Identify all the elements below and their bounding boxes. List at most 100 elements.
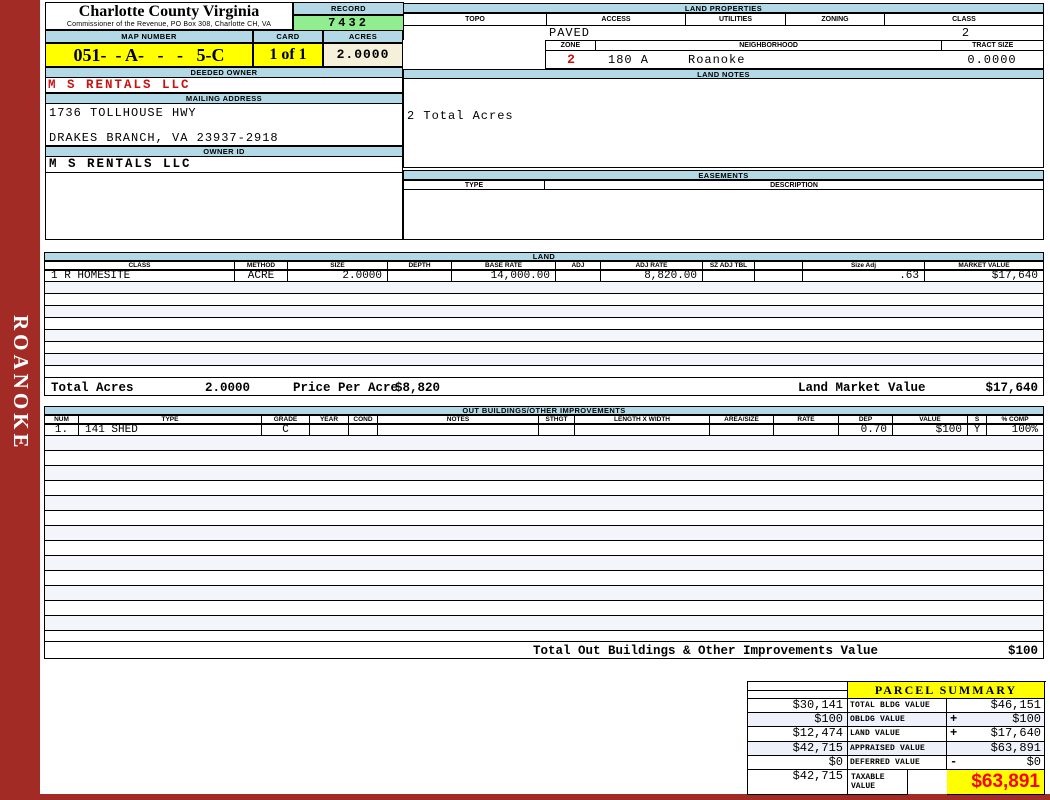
access-value: PAVED [549, 26, 591, 40]
county-header: Charlotte County Virginia Commissioner o… [45, 2, 293, 30]
access-header: ACCESS [547, 13, 686, 26]
land-value: + $17,640 [947, 727, 1045, 742]
land-blank-value [755, 270, 803, 282]
land-adj-rate-value: 8,820.00 [601, 270, 703, 282]
price-per-acre-value: $8,820 [395, 381, 441, 395]
land-blank-header [755, 261, 803, 270]
ob-comp-header: % COMP [987, 415, 1044, 424]
land-value-label: LAND VALUE [848, 727, 947, 742]
outbuildings-total-row: Total Out Buildings & Other Improvements… [44, 641, 1044, 659]
county-title: Charlotte County Virginia [78, 3, 260, 20]
record-label: RECORD [293, 2, 404, 15]
ob-s-value: Y [968, 424, 987, 436]
obldg-value: + $100 [947, 713, 1045, 727]
acres-label: ACRES [323, 30, 403, 43]
deferred-amount: $0 [1026, 756, 1041, 769]
utilities-header: UTILITIES [686, 13, 786, 26]
land-value-amount: $17,640 [990, 727, 1041, 740]
prior-land-value: $12,474 [748, 727, 848, 742]
deferred-value-label: DEFERRED VALUE [848, 756, 947, 770]
easements-title: EASEMENTS [403, 170, 1044, 180]
ob-grade-header: GRADE [262, 415, 310, 424]
land-table-header: CLASS METHOD SIZE DEPTH BASE RATE ADJ AD… [44, 261, 1044, 270]
ob-length-width-value [575, 424, 710, 436]
neighborhood-label: NEIGHBORHOOD [595, 41, 943, 51]
land-sz-adj-tbl-value [703, 270, 755, 282]
ob-value-header: VALUE [893, 415, 968, 424]
ob-num-value: 1. [44, 424, 79, 436]
land-value-op: + [950, 727, 958, 740]
land-size-value: 2.0000 [288, 270, 388, 282]
acres-value: 2.0000 [323, 43, 403, 67]
land-notes-title: LAND NOTES [403, 69, 1044, 79]
land-adj-header: ADJ [556, 261, 601, 270]
district-name-vertical: ROANOKE [9, 314, 33, 452]
ob-dep-value: 0.70 [839, 424, 893, 436]
owner-id-value: M S RENTALS LLC [45, 157, 403, 173]
neighborhood-code: 180 A [608, 53, 650, 67]
appraised-value: $63,891 [947, 742, 1045, 756]
map-number-label: MAP NUMBER [45, 30, 253, 43]
deferred-value: - $0 [947, 756, 1045, 770]
record-value: 7432 [293, 15, 404, 31]
address-line-1: 1736 TOLLHOUSE HWY [49, 106, 197, 120]
prior-total-bldg-value: $30,141 [748, 699, 848, 713]
ob-year-header: YEAR [310, 415, 349, 424]
land-depth-header: DEPTH [388, 261, 452, 270]
land-depth-value [388, 270, 452, 282]
deeded-owner-label: DEEDED OWNER [45, 67, 403, 78]
tract-size-value: 0.0000 [967, 53, 1017, 67]
outbuildings-empty-rows [44, 436, 1044, 641]
address-line-2: DRAKES BRANCH, VA 23937-2918 [49, 131, 279, 145]
land-adj-rate-header: ADJ RATE [601, 261, 703, 270]
property-record-card: ROANOKE Charlotte County Virginia Commis… [0, 0, 1050, 800]
land-class-value: 1 R HOMESITE [44, 270, 235, 282]
zone-neighborhood-box: ZONE NEIGHBORHOOD TRACT SIZE 2 180 A Roa… [545, 40, 1044, 69]
ob-cond-header: COND [349, 415, 378, 424]
ob-area-size-value [710, 424, 774, 436]
easements-header-row: TYPE DESCRIPTION [403, 180, 1044, 190]
parcel-summary: PARCEL SUMMARY $30,141 TOTAL BLDG VALUE … [747, 681, 1046, 795]
land-section-title: LAND [44, 252, 1044, 261]
mailing-address-label: MAILING ADDRESS [45, 93, 403, 104]
card-value: 1 of 1 [253, 43, 323, 67]
ob-notes-value [378, 424, 539, 436]
owner-id-label: OWNER ID [45, 146, 403, 157]
land-sz-adj-tbl-header: SZ ADJ TBL [703, 261, 755, 270]
topo-header: TOPO [403, 13, 547, 26]
ob-length-width-header: LENGTH X WIDTH [575, 415, 710, 424]
land-market-value-total: $17,640 [985, 381, 1038, 395]
ob-value: $100 [893, 424, 968, 436]
land-market-value-label: Land Market Value [798, 381, 926, 395]
outbuildings-table-row: 1. 141 SHED C 0.70 $100 Y 100% [44, 424, 1044, 436]
land-notes-box: 2 Total Acres [403, 79, 1044, 168]
zone-header-row: ZONE NEIGHBORHOOD TRACT SIZE [546, 41, 1043, 51]
county-subtitle: Commissioner of the Revenue, PO Box 308,… [66, 21, 272, 28]
land-table-row: 1 R HOMESITE ACRE 2.0000 14,000.00 8,820… [44, 270, 1044, 282]
taxable-value-label: TAXABLE VALUE [848, 770, 908, 795]
ob-type-value: 141 SHED [79, 424, 262, 436]
outbuildings-total-label: Total Out Buildings & Other Improvements… [533, 644, 879, 658]
map-number-value: 051- - A- - - 5-C [45, 43, 253, 67]
land-empty-rows [44, 282, 1044, 377]
ob-dep-header: DEP [839, 415, 893, 424]
ob-rate-header: RATE [774, 415, 839, 424]
parcel-summary-title: PARCEL SUMMARY [848, 682, 1045, 699]
zone-value: 2 [567, 52, 575, 67]
land-totals-row: Total Acres 2.0000 Price Per Acre $8,820… [44, 377, 1044, 396]
ob-notes-header: NOTES [378, 415, 539, 424]
neighborhood-name: Roanoke [688, 53, 746, 67]
land-note: 2 Total Acres [407, 109, 514, 123]
obldg-op: + [950, 713, 958, 726]
outbuildings-table-header: NUM TYPE GRADE YEAR COND NOTES STHGT LEN… [44, 415, 1044, 424]
class-value: 2 [961, 26, 970, 40]
easement-type-header: TYPE [403, 180, 545, 190]
ob-rate-value [774, 424, 839, 436]
easements-box [403, 190, 1044, 240]
prior-deferred-value: $0 [748, 756, 848, 770]
taxable-value: $63,891 [947, 770, 1045, 795]
land-method-header: METHOD [235, 261, 288, 270]
mailing-address-box: 1736 TOLLHOUSE HWY DRAKES BRANCH, VA 239… [45, 104, 403, 146]
total-acres-label: Total Acres [51, 381, 134, 395]
outbuildings-section-title: OUT BUILDINGS/OTHER IMPROVEMENTS [44, 406, 1044, 415]
